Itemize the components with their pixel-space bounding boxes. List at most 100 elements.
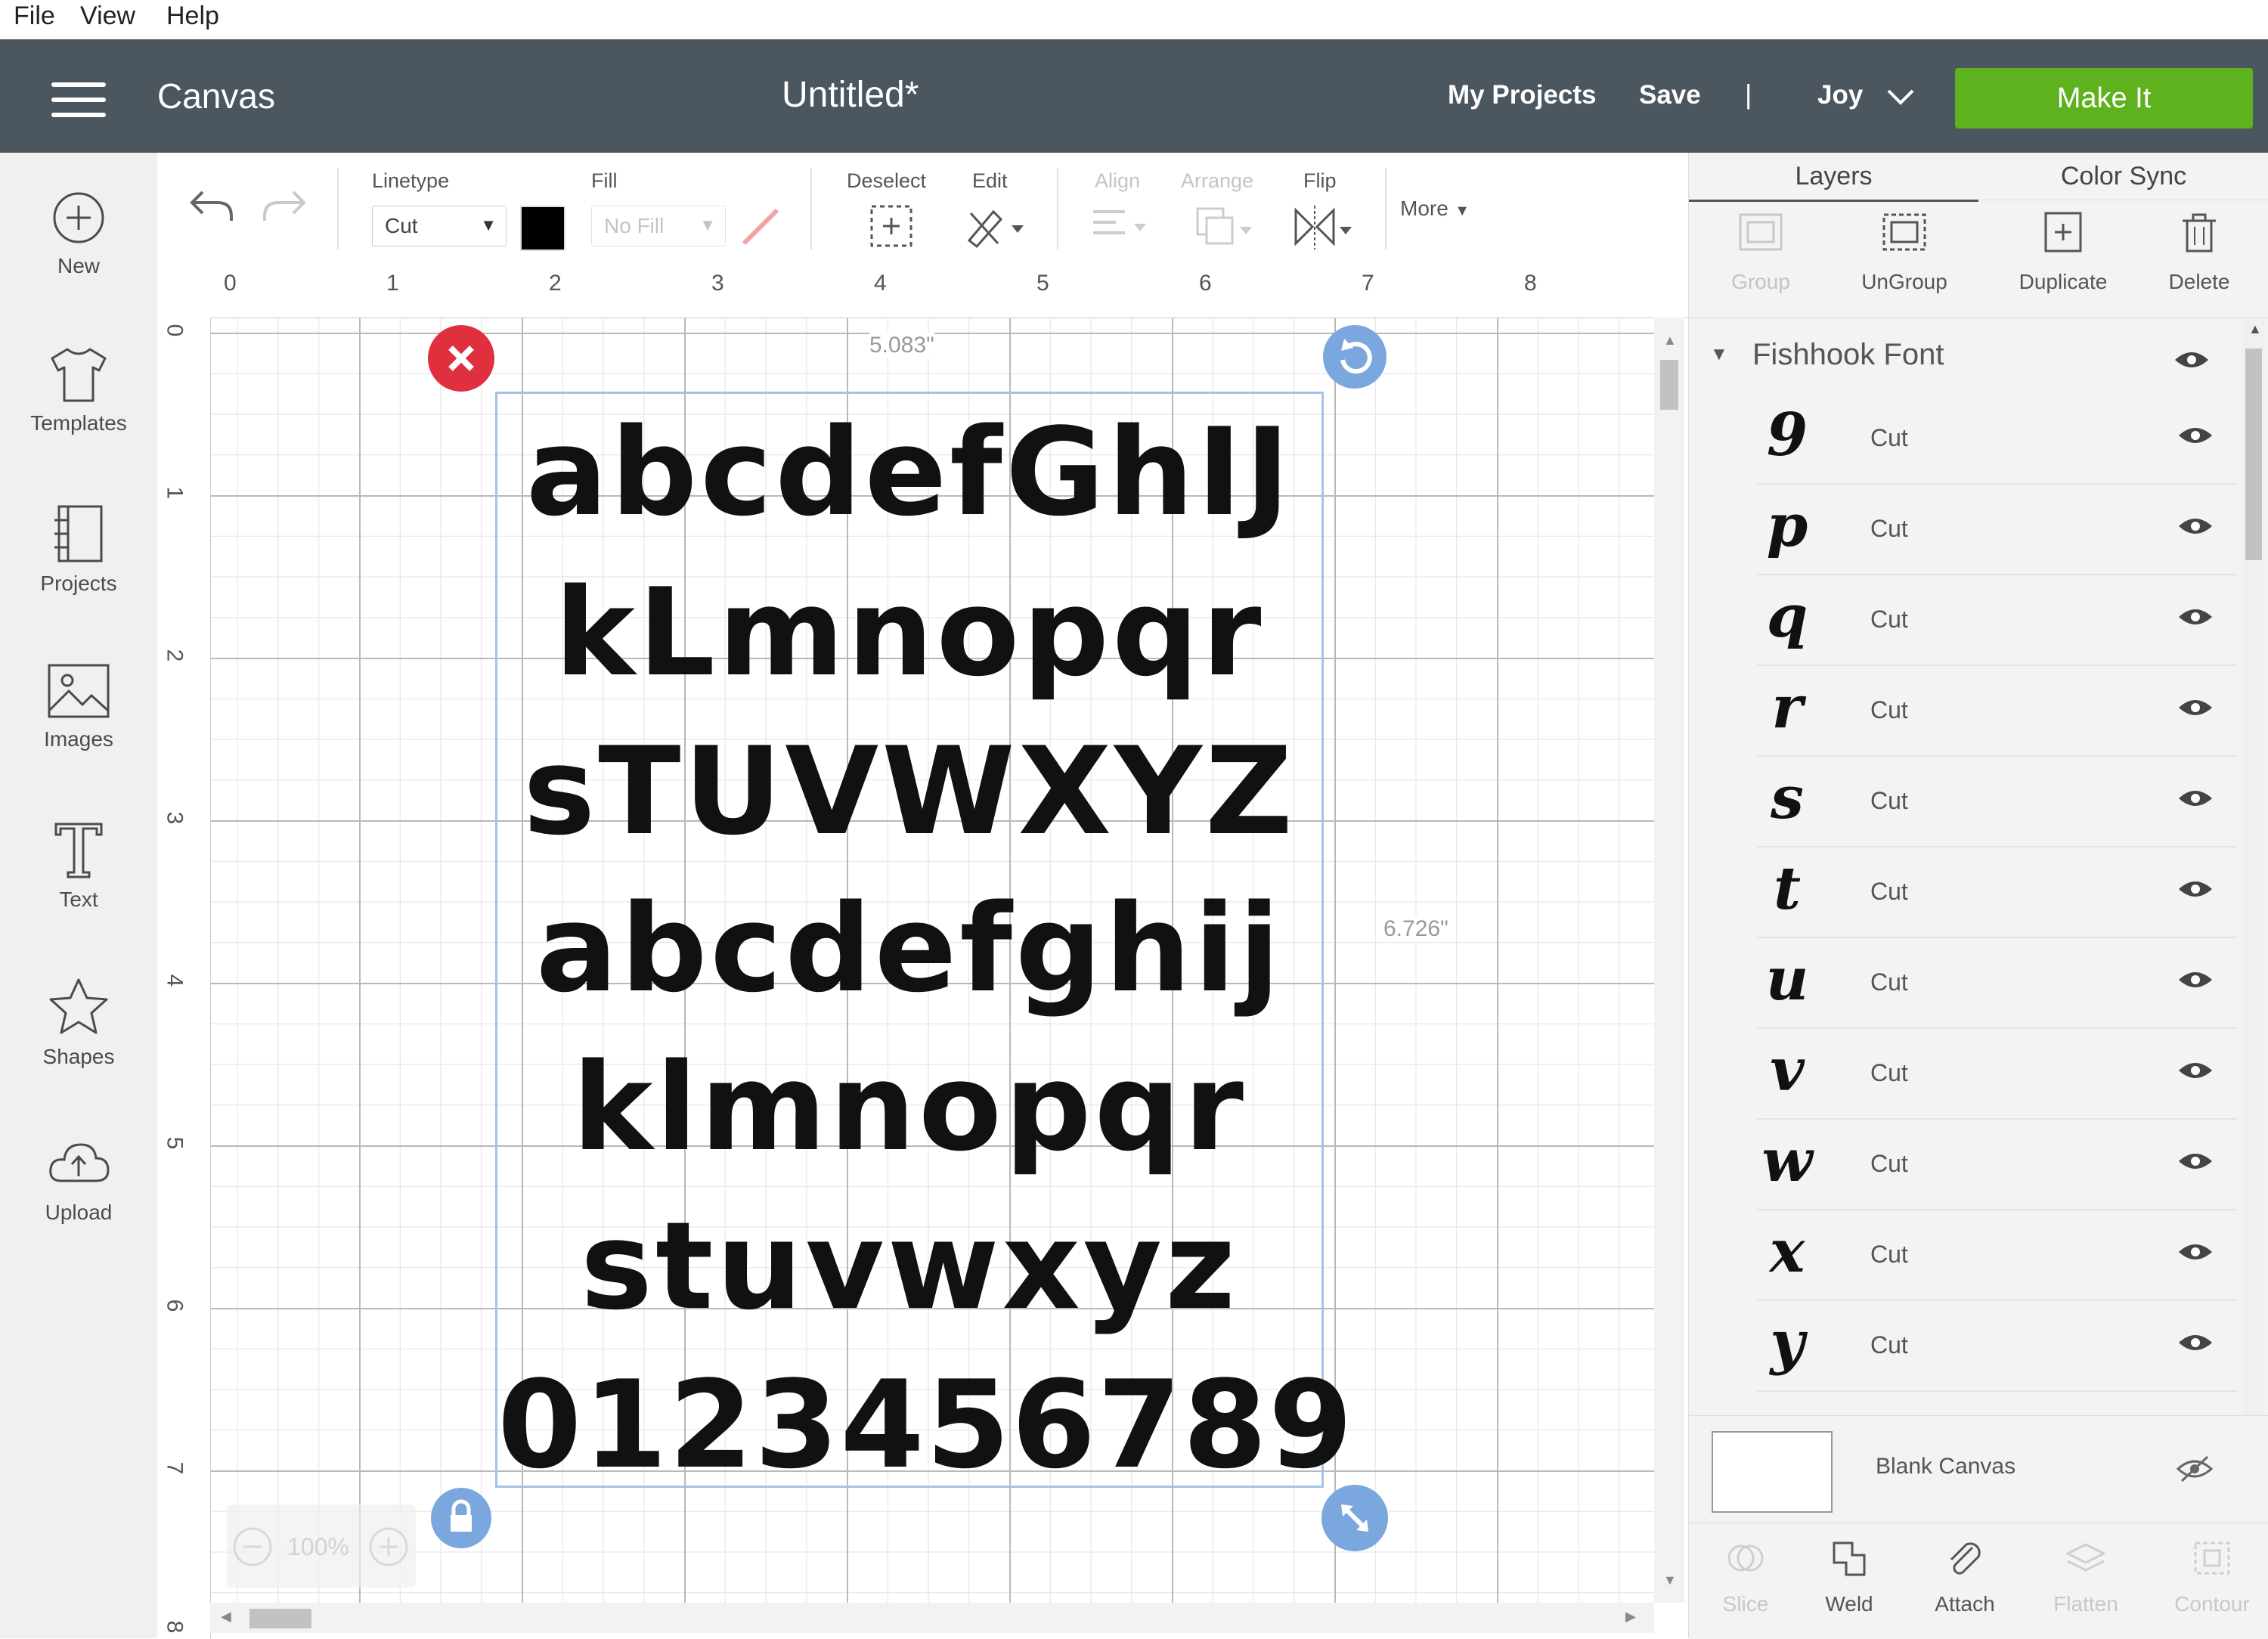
layers-panel: Layers Color Sync Group UnGroup Duplicat… [1688,153,2268,1639]
blank-canvas-row[interactable]: Blank Canvas [1689,1415,2268,1522]
weld-button[interactable]: Weld [1792,1537,1906,1616]
menu-help[interactable]: Help [166,2,219,31]
arrange-label: Arrange [1181,169,1254,192]
hamburger-menu-icon[interactable] [45,73,113,126]
text-line: abcdefGhIJ [525,401,1294,543]
scroll-thumb[interactable] [2245,349,2262,560]
edit-tools-icon[interactable] [963,203,1027,249]
scroll-down-arrow-icon[interactable]: ▼ [1663,1572,1677,1588]
linetype-color-swatch[interactable] [520,206,565,251]
flatten-button[interactable]: Flatten [2029,1537,2143,1616]
zoom-out-icon[interactable] [231,1526,274,1568]
sidebar-item-upload[interactable]: Upload [0,1134,157,1285]
sidebar-label-text: Text [59,888,98,911]
eye-icon[interactable] [2177,787,2214,810]
more-menu-button[interactable]: More ▼ [1400,197,1470,221]
sidebar-item-images[interactable]: Images [0,661,157,812]
duplicate-label: Duplicate [2019,270,2108,293]
weld-icon [1833,1541,1866,1576]
layer-row[interactable]: t Cut [1757,847,2237,938]
eye-icon[interactable] [2177,424,2214,447]
layer-row[interactable]: r Cut [1757,666,2237,757]
menu-view[interactable]: View [80,2,135,31]
canvas-horizontal-scrollbar[interactable]: ◀ ▶ [210,1603,1654,1633]
layer-row[interactable]: x Cut [1757,1210,2237,1301]
flip-icon[interactable] [1290,204,1358,251]
sidebar-item-new[interactable]: New [0,187,157,339]
layer-row[interactable]: u Cut [1757,938,2237,1029]
make-it-label: Make It [2056,82,2152,114]
layer-row[interactable]: v Cut [1757,1029,2237,1120]
redo-icon[interactable] [260,184,308,227]
group-button[interactable]: Group [1696,210,1825,316]
eye-icon[interactable] [2177,1059,2214,1082]
menu-file[interactable]: File [14,2,55,31]
scroll-up-arrow-icon[interactable]: ▲ [1663,333,1677,349]
text-icon [54,823,103,878]
fill-select[interactable]: No Fill ▼ [591,206,726,246]
lock-icon [451,1499,472,1532]
eye-icon[interactable] [2177,968,2214,991]
lock-handle[interactable] [431,1488,491,1548]
delete-button[interactable]: Delete [2143,210,2256,316]
linetype-value: Cut [385,214,418,237]
sidebar-item-projects[interactable]: Projects [0,502,157,653]
eye-icon[interactable] [2177,696,2214,719]
slice-button[interactable]: Slice [1689,1537,1802,1616]
layer-row[interactable]: y Cut [1757,1301,2237,1392]
my-projects-link[interactable]: My Projects [1448,80,1596,110]
attach-button[interactable]: Attach [1908,1537,2022,1616]
scroll-right-arrow-icon[interactable]: ▶ [1625,1609,1636,1625]
make-it-button[interactable]: Make It [1955,68,2253,129]
scroll-left-arrow-icon[interactable]: ◀ [221,1609,231,1625]
zoom-in-icon[interactable] [367,1526,410,1568]
scroll-up-arrow-icon[interactable]: ▲ [2248,321,2262,337]
ruler-top-tick: 1 [386,271,399,296]
eye-icon[interactable] [2177,606,2214,628]
layer-row[interactable]: 9 Cut [1757,394,2237,485]
ungroup-button[interactable]: UnGroup [1840,210,1969,316]
layer-group-header[interactable]: ▼ Fishhook Font [1689,318,2233,394]
layer-row[interactable]: s Cut [1757,757,2237,847]
sidebar-item-templates[interactable]: Templates [0,345,157,496]
sidebar-item-text[interactable]: Text [0,818,157,969]
resize-handle[interactable] [1321,1485,1388,1551]
sidebar-item-shapes[interactable]: Shapes [0,975,157,1126]
tab-color-sync[interactable]: Color Sync [1978,153,2268,200]
scroll-thumb[interactable] [1660,360,1678,410]
contour-button[interactable]: Contour [2155,1537,2268,1616]
machine-select[interactable]: Joy [1814,70,1928,122]
rotate-handle[interactable] [1323,325,1387,389]
blank-canvas-swatch[interactable] [1712,1431,1833,1513]
eye-icon[interactable] [2177,878,2214,900]
delete-handle[interactable] [428,325,494,392]
contour-icon [2194,1541,2230,1575]
layer-row[interactable]: w Cut [1757,1120,2237,1210]
eye-icon[interactable] [2177,1241,2214,1263]
canvas-vertical-scrollbar[interactable]: ▲ ▼ [1654,318,1684,1603]
eye-icon[interactable] [2177,515,2214,538]
fill-value: No Fill [604,214,665,237]
selected-text-object[interactable]: abcdefGhIJ kLmnopqr sTUVWXYZ abcdefghij … [495,392,1352,1495]
save-button[interactable]: Save [1639,80,1701,110]
text-line: klmnopqr [572,1036,1247,1178]
duplicate-button[interactable]: Duplicate [1999,210,2127,316]
layer-thumbnail: v [1770,1036,1805,1105]
scroll-thumb[interactable] [249,1609,311,1628]
layers-scrollbar[interactable]: ▲ ▼ [2242,318,2265,1566]
linetype-select[interactable]: Cut ▼ [372,206,507,246]
eye-icon[interactable] [2177,1150,2214,1173]
layer-operation: Cut [1870,878,1908,905]
undo-icon[interactable] [187,184,236,227]
eye-icon[interactable] [2177,1331,2214,1354]
flatten-icon [2065,1543,2107,1572]
tab-layers[interactable]: Layers [1689,153,1978,202]
eye-hidden-icon[interactable] [2176,1454,2214,1484]
layer-operation: Cut [1870,787,1908,814]
layer-row[interactable]: q Cut [1757,575,2237,666]
app-header: Canvas Untitled* My Projects Save | Joy … [0,39,2268,153]
deselect-icon[interactable] [868,203,915,249]
layer-row[interactable]: p Cut [1757,485,2237,575]
eye-icon[interactable] [2173,349,2211,371]
upload-cloud-icon [49,1143,110,1182]
